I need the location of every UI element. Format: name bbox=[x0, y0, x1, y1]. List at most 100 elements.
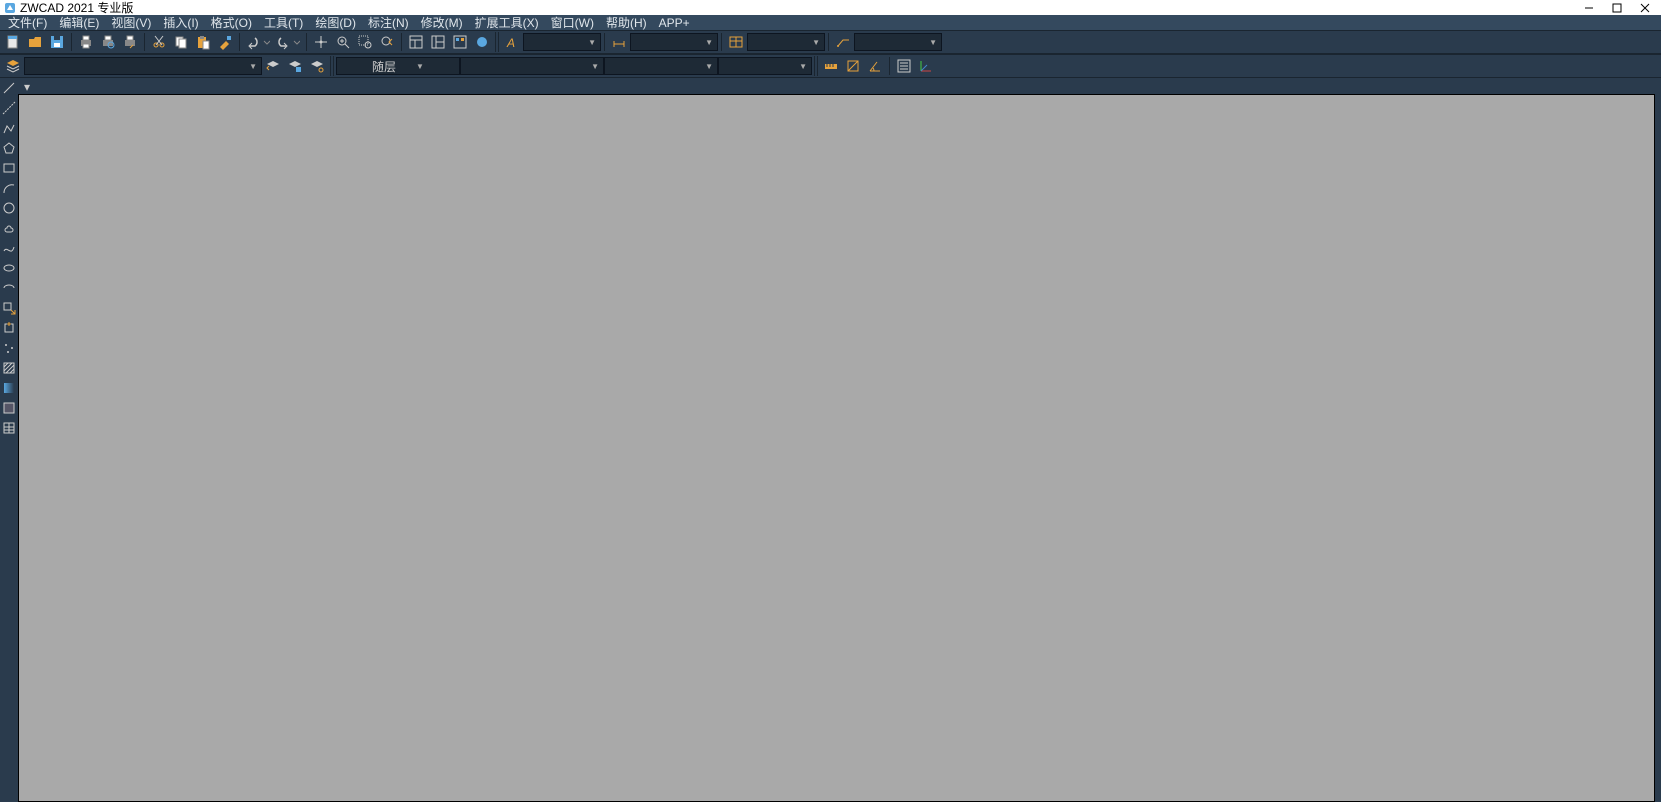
toolbar-grip[interactable] bbox=[330, 56, 334, 76]
menu-ext[interactable]: 扩展工具(X) bbox=[469, 15, 545, 30]
color-combo[interactable]: 随层▼ bbox=[336, 57, 460, 75]
menu-appplus[interactable]: APP+ bbox=[653, 15, 696, 30]
point-tool[interactable] bbox=[1, 340, 17, 356]
mleader-style-button[interactable] bbox=[833, 32, 853, 52]
table-style-button[interactable] bbox=[726, 32, 746, 52]
copy-button[interactable] bbox=[171, 32, 191, 52]
region-tool[interactable] bbox=[1, 400, 17, 416]
linetype-combo[interactable]: ▼ bbox=[460, 57, 604, 75]
menu-insert[interactable]: 插入(I) bbox=[157, 15, 204, 30]
zoom-previous-button[interactable] bbox=[377, 32, 397, 52]
chevron-down-icon: ▼ bbox=[591, 62, 599, 71]
undo-button[interactable] bbox=[244, 32, 272, 52]
plotstyle-combo[interactable]: ▼ bbox=[718, 57, 812, 75]
workspace: ▾ bbox=[0, 78, 1661, 802]
mleader-style-combo[interactable]: ▼ bbox=[854, 33, 942, 51]
save-button[interactable] bbox=[47, 32, 67, 52]
table-style-combo[interactable]: ▼ bbox=[747, 33, 825, 51]
ellipse-tool[interactable] bbox=[1, 260, 17, 276]
chevron-down-icon: ▼ bbox=[249, 62, 257, 71]
window-maximize-button[interactable] bbox=[1605, 1, 1629, 15]
arc-tool[interactable] bbox=[1, 180, 17, 196]
menu-edit[interactable]: 编辑(E) bbox=[53, 15, 105, 30]
chevron-down-icon: ▼ bbox=[705, 38, 713, 47]
menu-window[interactable]: 窗口(W) bbox=[545, 15, 600, 30]
lineweight-combo[interactable]: ▼ bbox=[604, 57, 718, 75]
window-close-button[interactable] bbox=[1633, 1, 1657, 15]
window-minimize-button[interactable] bbox=[1577, 1, 1601, 15]
menu-format[interactable]: 格式(O) bbox=[205, 15, 258, 30]
rectangle-tool[interactable] bbox=[1, 160, 17, 176]
app-title: ZWCAD 2021 专业版 bbox=[20, 0, 133, 16]
revcloud-tool[interactable] bbox=[1, 220, 17, 236]
layer-manager-button[interactable] bbox=[3, 56, 23, 76]
print-button[interactable] bbox=[76, 32, 96, 52]
construction-line-tool[interactable] bbox=[1, 100, 17, 116]
title-bar: ZWCAD 2021 专业版 bbox=[0, 0, 1661, 15]
toolbar-grip[interactable] bbox=[814, 56, 818, 76]
separator bbox=[721, 33, 722, 51]
document-list-dropdown[interactable]: ▾ bbox=[20, 80, 34, 94]
menu-modify[interactable]: 修改(M) bbox=[415, 15, 469, 30]
menu-help[interactable]: 帮助(H) bbox=[600, 15, 653, 30]
make-block-tool[interactable] bbox=[1, 320, 17, 336]
chevron-down-icon: ▼ bbox=[812, 38, 820, 47]
circle-tool[interactable] bbox=[1, 200, 17, 216]
matchprop-button[interactable] bbox=[215, 32, 235, 52]
layer-state-button[interactable] bbox=[285, 56, 305, 76]
dim-style-combo[interactable]: ▼ bbox=[630, 33, 718, 51]
cloud-button[interactable] bbox=[472, 32, 492, 52]
text-style-combo[interactable]: ▼ bbox=[523, 33, 601, 51]
menu-view[interactable]: 视图(V) bbox=[105, 15, 157, 30]
ellipse-arc-tool[interactable] bbox=[1, 280, 17, 296]
polygon-tool[interactable] bbox=[1, 140, 17, 156]
ucs-button[interactable] bbox=[916, 56, 936, 76]
separator bbox=[604, 33, 605, 51]
text-style-button[interactable]: A bbox=[502, 32, 522, 52]
menu-tools[interactable]: 工具(T) bbox=[258, 15, 309, 30]
layer-combo[interactable]: ▼ bbox=[24, 57, 262, 75]
toolbar-standard: A ▼ ▼ ▼ ▼ bbox=[0, 30, 1661, 54]
separator bbox=[828, 33, 829, 51]
zoom-window-button[interactable] bbox=[355, 32, 375, 52]
hatch-tool[interactable] bbox=[1, 360, 17, 376]
properties-button[interactable] bbox=[406, 32, 426, 52]
design-center-button[interactable] bbox=[428, 32, 448, 52]
menu-dim[interactable]: 标注(N) bbox=[362, 15, 415, 30]
insert-block-tool[interactable] bbox=[1, 300, 17, 316]
new-button[interactable] bbox=[3, 32, 23, 52]
measure-angle-button[interactable] bbox=[865, 56, 885, 76]
chevron-down-icon: ▼ bbox=[416, 62, 424, 71]
measure-distance-button[interactable] bbox=[821, 56, 841, 76]
table-tool[interactable] bbox=[1, 420, 17, 436]
toolbar-grip[interactable] bbox=[495, 32, 499, 52]
gradient-tool[interactable] bbox=[1, 380, 17, 396]
redo-button[interactable] bbox=[274, 32, 302, 52]
measure-area-button[interactable] bbox=[843, 56, 863, 76]
drawing-canvas[interactable] bbox=[18, 94, 1655, 802]
tool-palettes-button[interactable] bbox=[450, 32, 470, 52]
draw-toolbar bbox=[0, 78, 18, 802]
toolbar-layers: ▼ 随层▼ ▼ ▼ ▼ bbox=[0, 54, 1661, 78]
zoom-realtime-button[interactable] bbox=[333, 32, 353, 52]
spline-tool[interactable] bbox=[1, 240, 17, 256]
cut-button[interactable] bbox=[149, 32, 169, 52]
separator bbox=[144, 33, 145, 51]
separator bbox=[889, 57, 890, 75]
separator bbox=[239, 33, 240, 51]
line-tool[interactable] bbox=[1, 80, 17, 96]
menu-draw[interactable]: 绘图(D) bbox=[309, 15, 362, 30]
layer-previous-button[interactable] bbox=[263, 56, 283, 76]
layer-iso-button[interactable] bbox=[307, 56, 327, 76]
menu-file[interactable]: 文件(F) bbox=[2, 15, 53, 30]
pan-button[interactable] bbox=[311, 32, 331, 52]
paste-button[interactable] bbox=[193, 32, 213, 52]
dim-style-button[interactable] bbox=[609, 32, 629, 52]
plot-button[interactable] bbox=[120, 32, 140, 52]
print-preview-button[interactable] bbox=[98, 32, 118, 52]
separator bbox=[401, 33, 402, 51]
separator bbox=[306, 33, 307, 51]
open-button[interactable] bbox=[25, 32, 45, 52]
list-button[interactable] bbox=[894, 56, 914, 76]
polyline-tool[interactable] bbox=[1, 120, 17, 136]
